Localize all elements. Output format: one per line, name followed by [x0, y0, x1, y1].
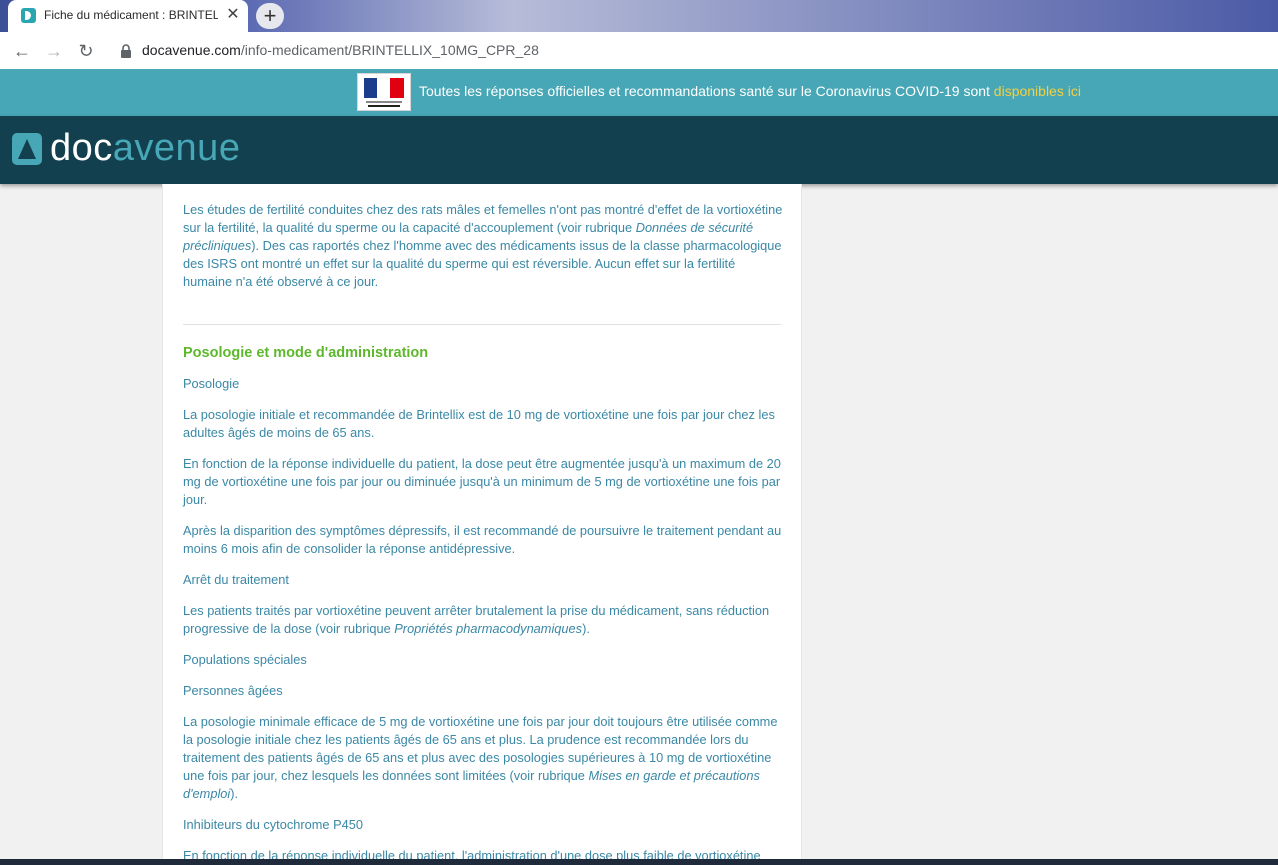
posologie-paragraph-1: La posologie initiale et recommandée de … — [183, 407, 775, 440]
agees-text-2: ). — [230, 786, 239, 801]
url-host: docavenue.com — [142, 42, 241, 58]
french-flag-icon — [364, 78, 404, 107]
covid-banner-text: Toutes les réponses officielles et recom… — [419, 83, 1081, 101]
posologie-paragraph-2: En fonction de la réponse individuelle d… — [183, 456, 781, 507]
republique-francaise-logo — [357, 73, 411, 111]
back-arrow-icon[interactable]: ← — [11, 40, 33, 62]
os-taskbar — [0, 859, 1278, 865]
browser-tab-bar: Fiche du médicament : BRINTELLIX ✕ + — [0, 0, 1278, 32]
docavenue-logo-icon[interactable] — [12, 133, 42, 165]
browser-tab[interactable]: Fiche du médicament : BRINTELLIX ✕ — [8, 0, 248, 32]
posologie-label: Posologie — [183, 376, 240, 391]
fertility-paragraph: Les études de fertilité conduites chez d… — [183, 201, 783, 291]
logo-text-doc: doc — [50, 127, 113, 169]
section-title-posologie: Posologie et mode d'administration — [183, 345, 429, 361]
section-divider — [183, 324, 781, 325]
arret-text-2: ). — [582, 621, 590, 636]
lock-icon — [121, 44, 131, 58]
posologie-paragraph-3: Après la disparition des symptômes dépre… — [183, 523, 782, 556]
forward-arrow-icon[interactable]: → — [43, 40, 65, 62]
personnes-agees-label: Personnes âgées — [183, 683, 283, 698]
drug-info-card: Les études de fertilité conduites chez d… — [162, 184, 802, 865]
personnes-agees-paragraph: La posologie minimale efficace de 5 mg d… — [183, 713, 783, 803]
address-bar[interactable]: docavenue.com/info-medicament/BRINTELLIX… — [142, 42, 539, 60]
browser-toolbar: ← → ↻ docavenue.com/info-medicament/BRIN… — [0, 32, 1278, 70]
docavenue-favicon-icon — [21, 8, 36, 23]
site-header: docavenue — [0, 116, 1278, 184]
close-tab-icon[interactable]: ✕ — [224, 6, 242, 24]
url-path: /info-medicament/BRINTELLIX_10MG_CPR_28 — [240, 42, 539, 58]
docavenue-logo-text[interactable]: docavenue — [50, 126, 240, 170]
logo-text-avenue: avenue — [112, 127, 241, 169]
inhibiteurs-label: Inhibiteurs du cytochrome P450 — [183, 817, 363, 832]
pharmacodynamics-reference: Propriétés pharmacodynamiques — [394, 621, 583, 636]
new-tab-button[interactable]: + — [256, 3, 284, 29]
fertility-text-2: ). Des cas raportés chez l'homme avec de… — [183, 238, 782, 289]
arret-paragraph: Les patients traités par vortioxétine pe… — [183, 602, 783, 638]
covid-info-link[interactable]: disponibles ici — [994, 83, 1081, 99]
arret-traitement-label: Arrêt du traitement — [183, 572, 289, 587]
reload-icon[interactable]: ↻ — [75, 40, 97, 62]
populations-speciales-label: Populations spéciales — [183, 652, 307, 667]
covid-banner: Toutes les réponses officielles et recom… — [0, 69, 1278, 116]
tab-title: Fiche du médicament : BRINTELLIX — [44, 8, 218, 22]
covid-banner-message: Toutes les réponses officielles et recom… — [419, 83, 994, 99]
